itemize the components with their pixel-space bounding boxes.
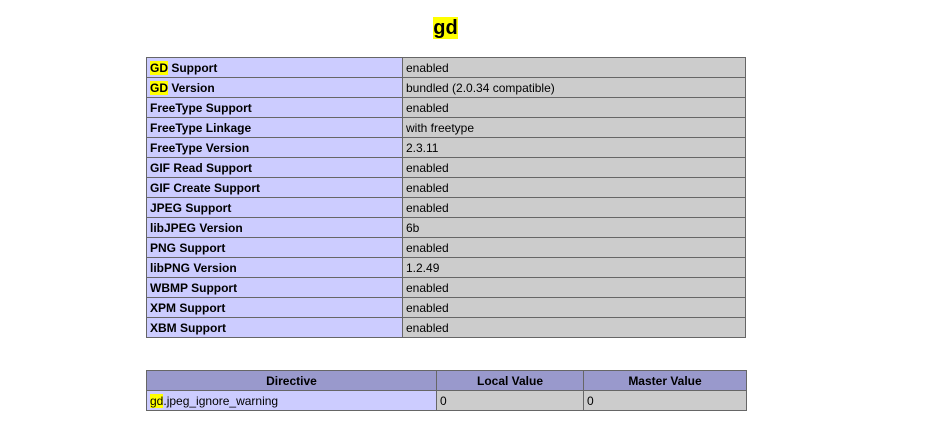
directive-name: gd.jpeg_ignore_warning [146,390,437,411]
table-row: gd.jpeg_ignore_warning 0 0 [146,390,747,411]
row-value: enabled [402,237,746,258]
row-label: XPM Support [146,297,403,318]
row-value: enabled [402,157,746,178]
table-row: XPM Support enabled [146,297,746,318]
table-row: PNG Support enabled [146,237,746,258]
table-row: FreeType Support enabled [146,97,746,118]
directive-local-value: 0 [436,390,584,411]
row-label: FreeType Version [146,137,403,158]
table-row: JPEG Support enabled [146,197,746,218]
row-label: GD Support [146,57,403,78]
section-title: gd [0,14,891,42]
row-value: enabled [402,317,746,338]
column-header-local-value: Local Value [436,370,584,391]
row-label: GIF Create Support [146,177,403,198]
table-row: GD Support enabled [146,57,746,78]
table-row: GIF Read Support enabled [146,157,746,178]
row-label: FreeType Support [146,97,403,118]
row-label: XBM Support [146,317,403,338]
row-label: FreeType Linkage [146,117,403,138]
row-value: 1.2.49 [402,257,746,278]
column-header-master-value: Master Value [583,370,747,391]
table-header-row: Directive Local Value Master Value [146,370,747,391]
directive-name-highlight: gd [150,393,164,408]
row-label: GD Version [146,77,403,98]
phpinfo-page: gd GD Support enabled GD Version bundled… [0,0,934,445]
section-title-highlight[interactable]: gd [433,17,458,39]
directive-master-value: 0 [583,390,747,411]
row-value: with freetype [402,117,746,138]
row-value: enabled [402,297,746,318]
row-label: libJPEG Version [146,217,403,238]
row-label: JPEG Support [146,197,403,218]
row-value: enabled [402,197,746,218]
row-label: GIF Read Support [146,157,403,178]
row-value: 6b [402,217,746,238]
table-row: libPNG Version 1.2.49 [146,257,746,278]
table-row: WBMP Support enabled [146,277,746,298]
table-row: GD Version bundled (2.0.34 compatible) [146,77,746,98]
row-value: enabled [402,177,746,198]
table-row: libJPEG Version 6b [146,217,746,238]
row-label: WBMP Support [146,277,403,298]
row-value: enabled [402,57,746,78]
row-value: bundled (2.0.34 compatible) [402,77,746,98]
table-row: XBM Support enabled [146,317,746,338]
row-value: enabled [402,97,746,118]
row-value: enabled [402,277,746,298]
row-label-highlight: GD [150,80,168,95]
table-row: FreeType Linkage with freetype [146,117,746,138]
column-header-directive: Directive [146,370,437,391]
gd-info-table: GD Support enabled GD Version bundled (2… [146,57,746,338]
row-label-text: Support [168,60,218,75]
row-label-text: Version [168,80,215,95]
row-label: libPNG Version [146,257,403,278]
row-label: PNG Support [146,237,403,258]
row-label-highlight: GD [150,60,168,75]
directive-table: Directive Local Value Master Value gd.jp… [146,370,747,411]
table-row: FreeType Version 2.3.11 [146,137,746,158]
row-value: 2.3.11 [402,137,746,158]
directive-name-text: .jpeg_ignore_warning [163,393,279,408]
table-row: GIF Create Support enabled [146,177,746,198]
